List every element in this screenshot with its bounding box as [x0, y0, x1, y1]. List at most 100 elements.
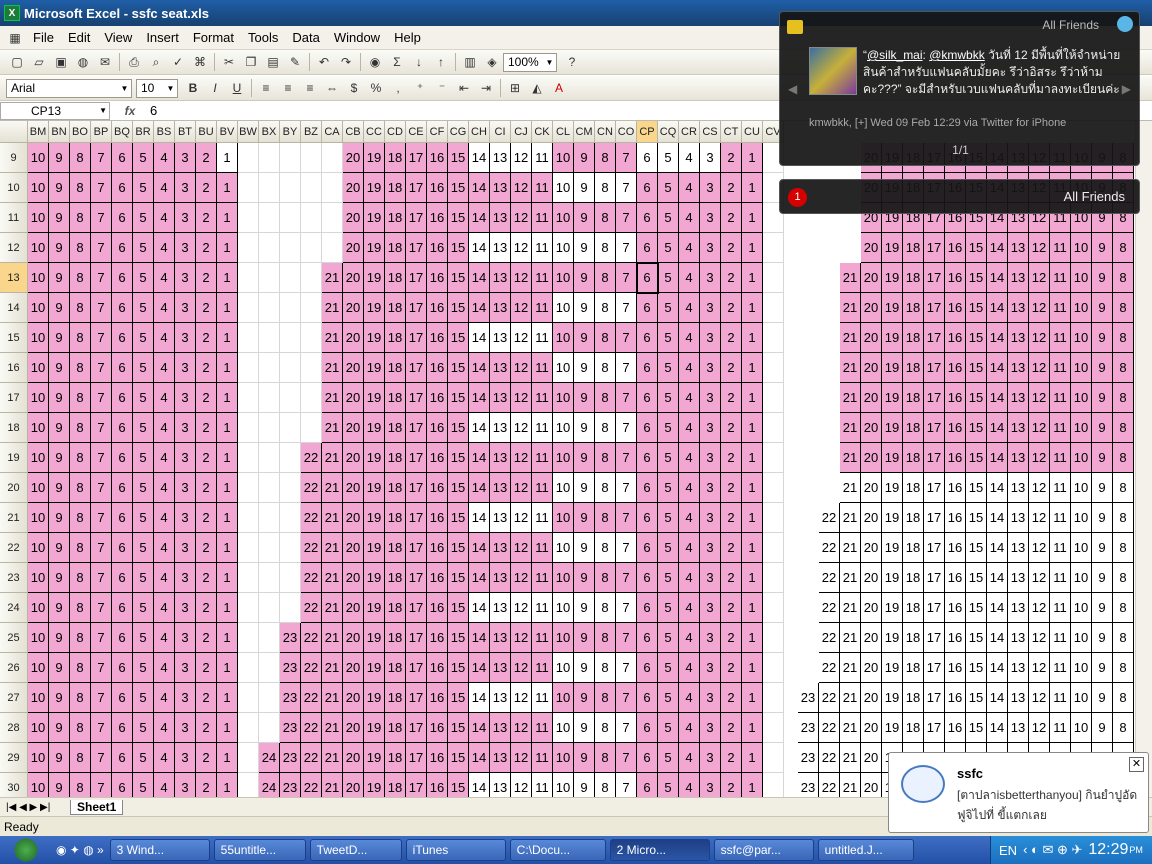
seat-cell[interactable]: 17: [406, 713, 427, 743]
seat-cell[interactable]: 8: [1113, 533, 1134, 563]
seat-cell[interactable]: 21: [840, 323, 861, 353]
doc-icon[interactable]: ▦: [5, 29, 25, 47]
seat-cell[interactable]: 11: [1050, 293, 1071, 323]
seat-cell[interactable]: 20: [343, 413, 364, 443]
seat-cell[interactable]: 5: [658, 743, 679, 773]
seat-cell[interactable]: 21: [322, 353, 343, 383]
seat-cell[interactable]: 3: [700, 593, 721, 623]
seat-cell[interactable]: 21: [322, 773, 343, 797]
seat-cell[interactable]: 15: [448, 383, 469, 413]
seat-cell[interactable]: 1: [217, 713, 238, 743]
seat-cell[interactable]: 2: [196, 203, 217, 233]
seat-cell[interactable]: 2: [721, 683, 742, 713]
seat-cell[interactable]: 5: [658, 203, 679, 233]
empty-cell[interactable]: [763, 413, 784, 443]
seat-cell[interactable]: 8: [70, 773, 91, 797]
empty-cell[interactable]: [238, 293, 259, 323]
seat-cell[interactable]: 16: [427, 473, 448, 503]
seat-cell[interactable]: 7: [616, 233, 637, 263]
seat-cell[interactable]: 3: [700, 713, 721, 743]
menu-help[interactable]: Help: [387, 30, 428, 45]
seat-cell[interactable]: 5: [133, 413, 154, 443]
seat-cell[interactable]: 21: [840, 593, 861, 623]
seat-cell[interactable]: 12: [1029, 233, 1050, 263]
seat-cell[interactable]: 12: [1029, 623, 1050, 653]
seat-cell[interactable]: 8: [595, 263, 616, 293]
seat-cell[interactable]: 21: [840, 563, 861, 593]
seat-cell[interactable]: 9: [574, 563, 595, 593]
empty-cell[interactable]: [301, 173, 322, 203]
seat-cell[interactable]: 8: [1113, 623, 1134, 653]
seat-cell[interactable]: 8: [1113, 713, 1134, 743]
seat-cell[interactable]: 1: [217, 653, 238, 683]
seat-cell[interactable]: 20: [343, 143, 364, 173]
seat-cell[interactable]: 15: [966, 563, 987, 593]
seat-cell[interactable]: 18: [385, 503, 406, 533]
seat-cell[interactable]: 18: [385, 533, 406, 563]
seat-cell[interactable]: 8: [1113, 263, 1134, 293]
empty-cell[interactable]: [238, 143, 259, 173]
seat-cell[interactable]: 6: [112, 143, 133, 173]
seat-cell[interactable]: 12: [1029, 443, 1050, 473]
seat-cell[interactable]: 5: [658, 473, 679, 503]
seat-cell[interactable]: 3: [175, 233, 196, 263]
seat-cell[interactable]: 5: [133, 713, 154, 743]
seat-cell[interactable]: 22: [301, 473, 322, 503]
empty-cell[interactable]: [259, 593, 280, 623]
paste-icon[interactable]: ▤: [263, 53, 283, 71]
seat-cell[interactable]: 3: [700, 443, 721, 473]
seat-cell[interactable]: 12: [511, 743, 532, 773]
seat-cell[interactable]: 2: [721, 293, 742, 323]
friends-bar[interactable]: 1 All Friends: [779, 179, 1140, 214]
seat-cell[interactable]: 22: [301, 623, 322, 653]
seat-cell[interactable]: 1: [217, 773, 238, 797]
help-icon[interactable]: ?: [562, 53, 582, 71]
seat-cell[interactable]: 21: [840, 743, 861, 773]
seat-cell[interactable]: 18: [385, 263, 406, 293]
col-header[interactable]: CA: [322, 121, 343, 143]
seat-cell[interactable]: 9: [574, 473, 595, 503]
seat-cell[interactable]: 16: [945, 713, 966, 743]
seat-cell[interactable]: 13: [1008, 563, 1029, 593]
seat-cell[interactable]: 15: [448, 473, 469, 503]
seat-cell[interactable]: 12: [1029, 593, 1050, 623]
seat-cell[interactable]: 14: [987, 233, 1008, 263]
seat-cell[interactable]: 21: [840, 503, 861, 533]
seat-cell[interactable]: 13: [1008, 353, 1029, 383]
seat-cell[interactable]: 7: [616, 683, 637, 713]
seat-cell[interactable]: 13: [1008, 473, 1029, 503]
seat-cell[interactable]: 16: [427, 653, 448, 683]
vertical-scrollbar[interactable]: [1135, 121, 1152, 797]
seat-cell[interactable]: 11: [532, 383, 553, 413]
seat-cell[interactable]: 20: [861, 773, 882, 797]
seat-cell[interactable]: 7: [91, 203, 112, 233]
seat-cell[interactable]: 13: [490, 383, 511, 413]
seat-cell[interactable]: 5: [133, 203, 154, 233]
seat-cell[interactable]: 5: [133, 353, 154, 383]
seat-cell[interactable]: 9: [49, 623, 70, 653]
seat-cell[interactable]: 15: [448, 563, 469, 593]
name-box[interactable]: CP13 ▼: [0, 101, 110, 120]
seat-cell[interactable]: 7: [91, 743, 112, 773]
seat-cell[interactable]: 18: [385, 143, 406, 173]
seat-cell[interactable]: 10: [1071, 563, 1092, 593]
seat-cell[interactable]: 14: [987, 473, 1008, 503]
seat-cell[interactable]: 18: [903, 263, 924, 293]
new-icon[interactable]: ▢: [7, 53, 27, 71]
seat-cell[interactable]: 5: [658, 413, 679, 443]
seat-cell[interactable]: 9: [574, 623, 595, 653]
seat-cell[interactable]: 16: [427, 593, 448, 623]
seat-cell[interactable]: 8: [595, 563, 616, 593]
seat-cell[interactable]: 21: [322, 533, 343, 563]
row-header[interactable]: 26: [0, 653, 28, 683]
seat-cell[interactable]: 10: [1071, 293, 1092, 323]
print-icon[interactable]: ⎙: [124, 53, 144, 71]
seat-cell[interactable]: 16: [427, 713, 448, 743]
worksheet-grid[interactable]: BM BN BO BP BQ BR BS BT BU BV BW BX BY BZ CA CB CC CD CE CF…: [0, 121, 1152, 797]
seat-cell[interactable]: 16: [945, 623, 966, 653]
seat-cell[interactable]: 14: [469, 593, 490, 623]
seat-cell[interactable]: 1: [742, 773, 763, 797]
seat-cell[interactable]: 20: [343, 443, 364, 473]
seat-cell[interactable]: 1: [742, 593, 763, 623]
mention-link[interactable]: @silk_mai: [867, 48, 923, 62]
